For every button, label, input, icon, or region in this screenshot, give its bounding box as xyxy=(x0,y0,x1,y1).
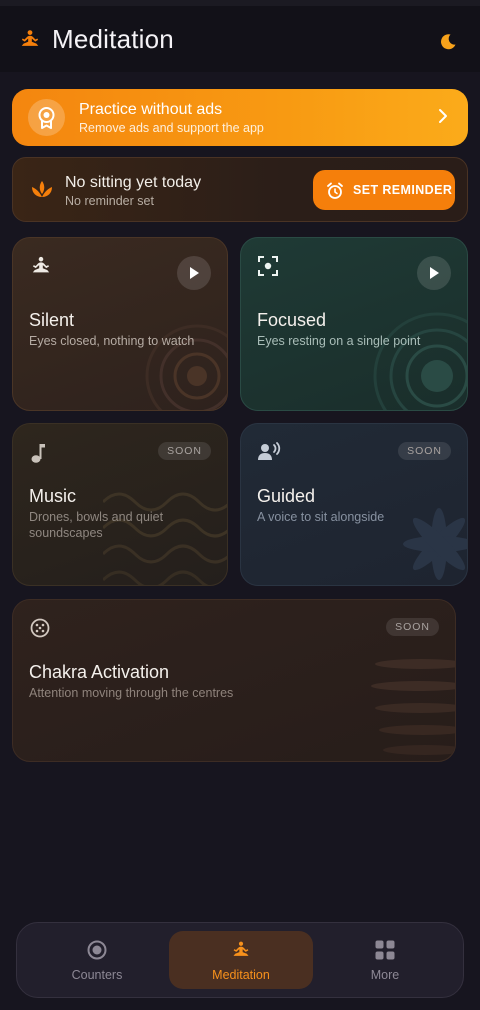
set-reminder-label: SET REMINDER xyxy=(353,183,453,197)
nav-item-meditation[interactable]: Meditation xyxy=(169,931,313,989)
tile-subtitle: Eyes closed, nothing to watch xyxy=(29,334,195,348)
target-icon xyxy=(87,940,107,960)
flower-decoration xyxy=(403,508,467,580)
nav-label: More xyxy=(370,968,400,982)
tile-focused[interactable]: Focused Eyes resting on a single point xyxy=(240,237,468,411)
tile-music[interactable]: SOON Music Drones, bowls and quiet sound… xyxy=(12,423,228,586)
nav-label: Counters xyxy=(71,968,123,982)
focus-icon xyxy=(258,256,278,276)
reminder-status: No reminder set xyxy=(65,194,154,208)
reminder-title: No sitting yet today xyxy=(65,174,202,191)
ripple-decoration xyxy=(373,312,467,410)
tile-title: Silent xyxy=(29,310,75,330)
bottom-navigation: Counters Meditation More xyxy=(16,922,464,998)
grid-icon xyxy=(375,940,395,960)
tile-title: Guided xyxy=(257,486,316,506)
tile-silent[interactable]: Silent Eyes closed, nothing to watch xyxy=(12,237,228,411)
alarm-icon xyxy=(327,182,343,199)
moon-icon[interactable] xyxy=(438,32,458,52)
tile-title: Chakra Activation xyxy=(29,662,170,682)
meditation-icon xyxy=(21,30,39,46)
music-note-icon xyxy=(31,444,45,463)
stripes-decoration xyxy=(371,659,455,755)
tile-subtitle: Eyes resting on a single point xyxy=(257,334,421,348)
set-reminder-button[interactable]: SET REMINDER xyxy=(313,170,455,210)
play-button[interactable] xyxy=(417,256,451,290)
tile-title: Music xyxy=(29,486,77,506)
meditation-icon xyxy=(233,941,249,956)
daily-reminder-card: No sitting yet today No reminder set SET… xyxy=(12,157,468,222)
nav-item-counters[interactable]: Counters xyxy=(25,931,169,989)
tile-chakra-activation[interactable]: SOON Chakra Activation Attention moving … xyxy=(12,599,456,762)
top-app-bar: Meditation xyxy=(0,0,480,72)
soon-badge: SOON xyxy=(398,442,451,460)
tile-title: Focused xyxy=(257,310,327,330)
chevron-right-icon xyxy=(439,109,447,123)
soon-badge: SOON xyxy=(158,442,211,460)
lotus-icon xyxy=(32,181,52,197)
nav-item-more[interactable]: More xyxy=(313,931,457,989)
play-button[interactable] xyxy=(177,256,211,290)
chakra-icon xyxy=(30,618,50,638)
voice-icon xyxy=(258,442,281,460)
tile-guided[interactable]: SOON Guided A voice to sit alongside xyxy=(240,423,468,586)
tile-subtitle: A voice to sit alongside xyxy=(257,510,385,524)
play-icon xyxy=(190,267,199,279)
ads-banner-subtitle: Remove ads and support the app xyxy=(79,121,264,135)
remove-ads-banner[interactable]: Practice without ads Remove ads and supp… xyxy=(12,89,468,146)
soon-badge: SOON xyxy=(386,618,439,636)
meditation-icon xyxy=(32,256,50,273)
badge-icon xyxy=(28,99,65,136)
page-title: Meditation xyxy=(52,24,174,54)
ads-banner-title: Practice without ads xyxy=(79,101,223,118)
play-icon xyxy=(430,267,439,279)
nav-label: Meditation xyxy=(212,968,270,982)
tile-subtitle: Attention moving through the centres xyxy=(29,686,234,700)
ripple-decoration xyxy=(145,324,227,410)
tile-subtitle: Drones, bowls and quiet soundscapes xyxy=(29,510,164,540)
